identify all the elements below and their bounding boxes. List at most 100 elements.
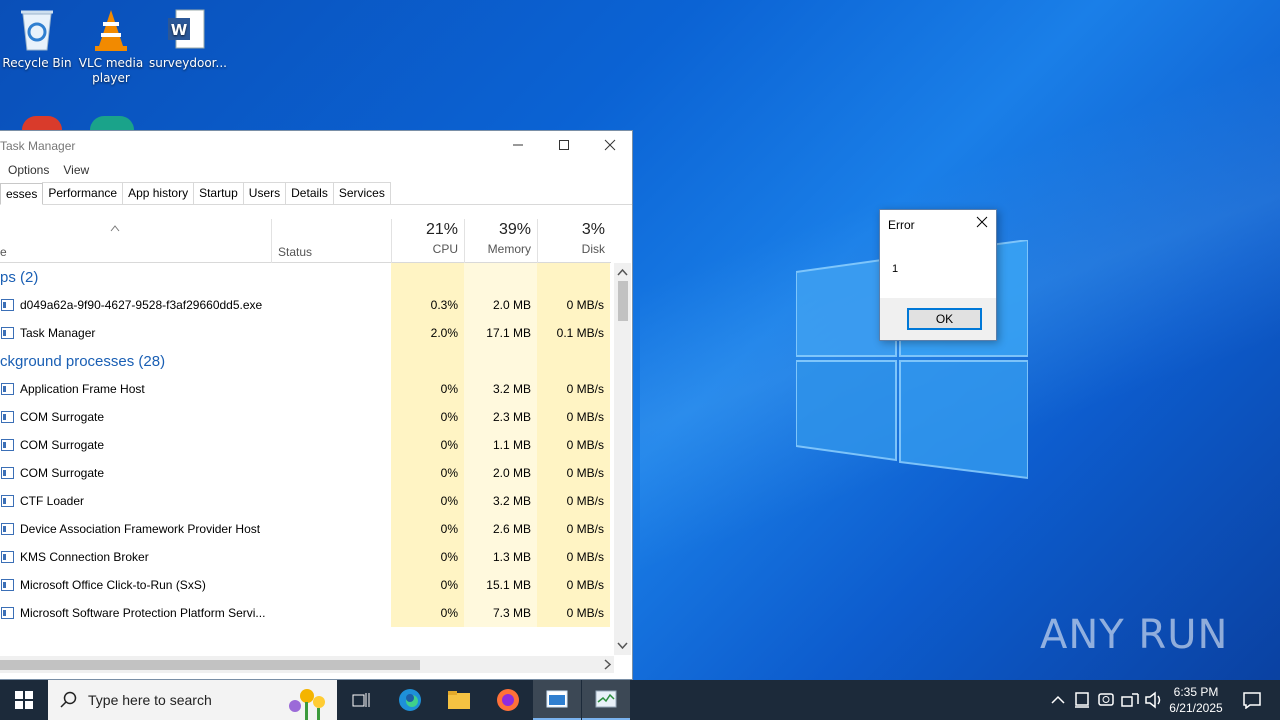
table-row[interactable]: COM Surrogate 0% 1.1 MB 0 MB/s — [0, 431, 611, 459]
tablet-icon[interactable] — [1070, 680, 1094, 720]
table-row[interactable]: Application Frame Host 0% 3.2 MB 0 MB/s — [0, 375, 611, 403]
cell-memory: 15.1 MB — [464, 571, 537, 599]
table-row[interactable]: CTF Loader 0% 3.2 MB 0 MB/s — [0, 487, 611, 515]
scroll-thumb[interactable] — [618, 281, 628, 321]
tab-app-history[interactable]: App history — [122, 182, 195, 204]
group-label: ckground processes (28) — [0, 353, 166, 370]
firefox-icon — [497, 689, 519, 711]
cell-memory: 1.3 MB — [464, 543, 537, 571]
camera-icon[interactable] — [1094, 680, 1118, 720]
cell-memory: 1.1 MB — [464, 431, 537, 459]
column-header-memory[interactable]: 39% Memory — [464, 219, 537, 263]
taskbar-app-running[interactable] — [533, 680, 581, 720]
taskbar-search-box[interactable]: Type here to search — [48, 680, 337, 720]
cell-disk: 0 MB/s — [537, 599, 610, 627]
start-button[interactable] — [0, 680, 48, 720]
table-row[interactable]: Microsoft Software Protection Platform S… — [0, 599, 611, 627]
vlc-cone-icon — [89, 6, 133, 52]
scroll-up-icon[interactable] — [614, 265, 631, 279]
cell-disk: 0 MB/s — [537, 375, 610, 403]
volume-icon[interactable] — [1142, 680, 1166, 720]
taskbar-firefox[interactable] — [484, 680, 532, 720]
menu-view[interactable]: View — [63, 163, 89, 177]
dialog-message: 1 — [892, 263, 899, 275]
table-row[interactable]: COM Surrogate 0% 2.3 MB 0 MB/s — [0, 403, 611, 431]
task-view-icon — [352, 693, 370, 707]
scroll-down-icon[interactable] — [614, 639, 631, 653]
table-row[interactable]: COM Surrogate 0% 2.0 MB 0 MB/s — [0, 459, 611, 487]
tab-strip: esses Performance App history Startup Us… — [0, 181, 632, 205]
clock-date: 6/21/2025 — [1169, 701, 1223, 715]
menu-bar: Options View — [0, 159, 632, 181]
process-list: ps (2) d049a62a-9f90-4627-9528-f3af29660d… — [0, 263, 611, 655]
cell-disk: 0.1 MB/s — [537, 319, 610, 347]
taskbar-task-manager[interactable] — [582, 680, 630, 720]
column-header-cpu[interactable]: 21% CPU — [391, 219, 464, 263]
desktop-icon-word-doc[interactable]: W surveydoor... — [149, 0, 227, 71]
column-header-name[interactable]: e — [0, 245, 7, 259]
process-icon — [1, 467, 14, 479]
action-center-button[interactable] — [1228, 680, 1276, 720]
process-name: COM Surrogate — [20, 466, 105, 480]
table-row[interactable]: d049a62a-9f90-4627-9528-f3af29660dd5.exe… — [0, 291, 611, 319]
close-icon[interactable] — [976, 216, 988, 228]
process-name: Microsoft Office Click-to-Run (SxS) — [20, 578, 206, 592]
table-row[interactable]: Task Manager 2.0% 17.1 MB 0.1 MB/s — [0, 319, 611, 347]
maximize-button[interactable] — [541, 131, 587, 159]
ok-button[interactable]: OK — [907, 308, 982, 330]
vertical-scrollbar[interactable] — [614, 263, 631, 655]
tab-performance[interactable]: Performance — [42, 182, 124, 204]
column-header-status[interactable]: Status — [271, 219, 391, 263]
taskbar: Type here to search 6:35 PM 6/21/2025 — [0, 680, 1280, 720]
table-row[interactable]: KMS Connection Broker 0% 1.3 MB 0 MB/s — [0, 543, 611, 571]
cell-cpu: 0% — [391, 515, 464, 543]
menu-options[interactable]: Options — [8, 163, 49, 177]
task-view-button[interactable] — [337, 680, 385, 720]
desktop-icon-recycle-bin[interactable]: Recycle Bin — [0, 0, 74, 71]
taskbar-clock[interactable]: 6:35 PM 6/21/2025 — [1166, 684, 1226, 716]
table-row[interactable]: Device Association Framework Provider Ho… — [0, 515, 611, 543]
process-icon — [1, 607, 14, 619]
cell-cpu: 0% — [391, 431, 464, 459]
process-icon — [1, 579, 14, 591]
group-header-row[interactable]: ps (2) — [0, 263, 611, 291]
cell-disk: 0 MB/s — [537, 291, 610, 319]
taskbar-edge[interactable] — [386, 680, 434, 720]
search-placeholder: Type here to search — [88, 692, 212, 708]
status-label: Status — [278, 245, 313, 259]
anyrun-watermark: ANY RUN — [1040, 612, 1229, 658]
cell-disk: 0 MB/s — [537, 487, 610, 515]
cell-cpu: 2.0% — [391, 319, 464, 347]
minimize-icon — [513, 144, 523, 146]
scroll-right-icon[interactable] — [600, 656, 614, 673]
table-row[interactable]: Microsoft Office Click-to-Run (SxS) 0% 15.… — [0, 571, 611, 599]
tab-services[interactable]: Services — [332, 182, 391, 204]
cell-cpu — [391, 347, 464, 375]
minimize-button[interactable] — [495, 131, 541, 159]
sort-arrow-icon — [110, 221, 120, 235]
tab-processes[interactable]: esses — [0, 183, 44, 205]
cell-memory: 2.3 MB — [464, 403, 537, 431]
cell-cpu: 0% — [391, 403, 464, 431]
process-icon — [1, 327, 14, 339]
group-header-row[interactable]: ckground processes (28) — [0, 347, 611, 375]
horizontal-scrollbar[interactable] — [0, 656, 614, 673]
process-name: COM Surrogate — [20, 438, 105, 452]
word-document-icon: W — [164, 6, 208, 52]
process-name: Microsoft Software Protection Platform S… — [20, 606, 266, 620]
close-button[interactable] — [587, 131, 633, 159]
cell-disk — [537, 347, 610, 375]
cell-cpu: 0% — [391, 459, 464, 487]
scroll-thumb[interactable] — [0, 660, 420, 670]
windows-start-icon — [15, 691, 33, 709]
tab-startup[interactable]: Startup — [193, 182, 244, 204]
tab-users[interactable]: Users — [242, 182, 287, 204]
column-header-disk[interactable]: 3% Disk — [537, 219, 611, 263]
network-icon[interactable] — [1118, 680, 1142, 720]
cell-cpu — [391, 263, 464, 291]
taskbar-file-explorer[interactable] — [435, 680, 483, 720]
error-dialog: Error 1 OK — [879, 209, 997, 341]
chevron-up-icon[interactable] — [1046, 680, 1070, 720]
tab-details[interactable]: Details — [285, 182, 334, 204]
desktop-icon-vlc[interactable]: VLC media player — [74, 0, 148, 86]
